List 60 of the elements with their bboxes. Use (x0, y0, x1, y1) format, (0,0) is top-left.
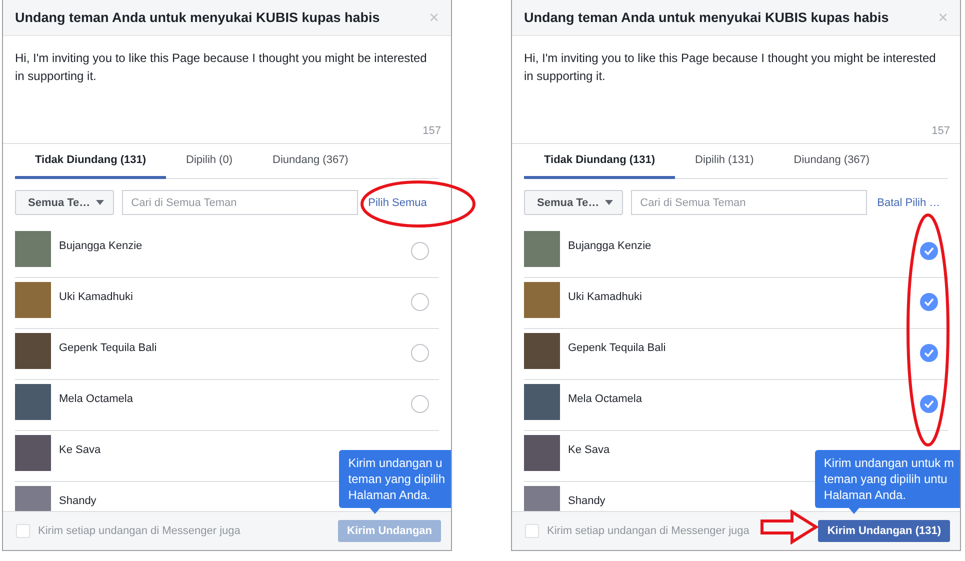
select-circle[interactable] (411, 344, 429, 362)
friend-name: Ke Sava (568, 444, 611, 456)
invite-message: Hi, I'm inviting you to like this Page because I thought you might be interested in supporting it. (524, 50, 937, 85)
checkbox-label: Kirim setiap undangan di Messenger juga (547, 525, 750, 537)
profile-photo-placeholder (524, 231, 560, 267)
checked-circle-icon[interactable] (920, 395, 938, 413)
profile-photo-placeholder (524, 282, 560, 318)
checked-circle-icon[interactable] (920, 344, 938, 362)
select-all-link[interactable]: Pilih Semua (368, 196, 427, 208)
friend-name: Gepenk Tequila Bali (59, 342, 158, 354)
tab[interactable]: Diundang (367) (252, 154, 368, 179)
checkbox[interactable] (16, 524, 30, 538)
checkbox[interactable] (525, 524, 539, 538)
friends-filter-dropdown[interactable]: Semua Te… (524, 190, 624, 215)
select-circle[interactable] (411, 242, 429, 260)
select-all-link[interactable]: Batal Pilih … (877, 196, 940, 208)
profile-photo-placeholder (524, 333, 560, 369)
tab[interactable]: Diundang (367) (774, 154, 890, 179)
profile-photo-placeholder (524, 384, 560, 420)
checkbox-label: Kirim setiap undangan di Messenger juga (38, 525, 240, 537)
tooltip-pointer (848, 507, 860, 514)
profile-photo-placeholder (15, 333, 51, 369)
checked-circle-icon[interactable] (920, 242, 938, 260)
select-circle[interactable] (411, 293, 429, 311)
profile-photo-placeholder (15, 282, 51, 318)
friend-name: Gepenk Tequila Bali (568, 342, 667, 354)
friend-name: Bujangga Kenzie (568, 240, 652, 252)
tooltip: Kirim undangan u teman yang dipilih Halaman Anda. (339, 450, 451, 508)
tab[interactable]: Dipilih (0) (166, 154, 253, 179)
friend-name: Mela Octamela (59, 393, 134, 405)
tooltip-pointer (369, 507, 381, 514)
friend-name: Uki Kamadhuki (59, 291, 134, 303)
friends-filter-dropdown[interactable]: Semua Te… (15, 190, 114, 215)
tab[interactable]: Tidak Diundang (131) (524, 154, 676, 179)
caret-icon (605, 200, 614, 205)
tooltip: Kirim undangan untuk m teman yang dipilih untu Halaman Anda. (814, 450, 960, 508)
send-invites-button[interactable]: Kirim Undangan (131) (818, 520, 950, 542)
dialog-title: Undang teman Anda untuk menyukai KUBIS kupas habis (15, 10, 380, 25)
friend-name: Ke Sava (59, 444, 102, 456)
friend-name: Shandy (568, 495, 606, 507)
invite-message: Hi, I'm inviting you to like this Page because I thought you might be interested in supporting it. (15, 50, 428, 85)
tab[interactable]: Dipilih (131) (675, 154, 774, 179)
caret-icon (96, 200, 104, 205)
character-count: 157 (932, 125, 950, 137)
search-field[interactable]: Cari di Semua Teman (631, 190, 868, 215)
annotation-arrow (760, 509, 819, 545)
friend-name: Bujangga Kenzie (59, 240, 144, 252)
dialog-title: Undang teman Anda untuk menyukai KUBIS kupas habis (524, 10, 889, 25)
profile-photo-placeholder (524, 435, 560, 471)
profile-photo-placeholder (15, 435, 51, 471)
character-count: 157 (422, 125, 441, 137)
profile-photo-placeholder (15, 384, 51, 420)
search-field[interactable]: Cari di Semua Teman (122, 190, 358, 215)
friend-name: Mela Octamela (568, 393, 643, 405)
friend-name: Uki Kamadhuki (568, 291, 643, 303)
checked-circle-icon[interactable] (920, 293, 938, 311)
select-circle[interactable] (411, 395, 429, 413)
profile-photo-placeholder (15, 231, 51, 267)
tab[interactable]: Tidak Diundang (131) (15, 154, 166, 179)
friend-name: Shandy (59, 495, 98, 507)
